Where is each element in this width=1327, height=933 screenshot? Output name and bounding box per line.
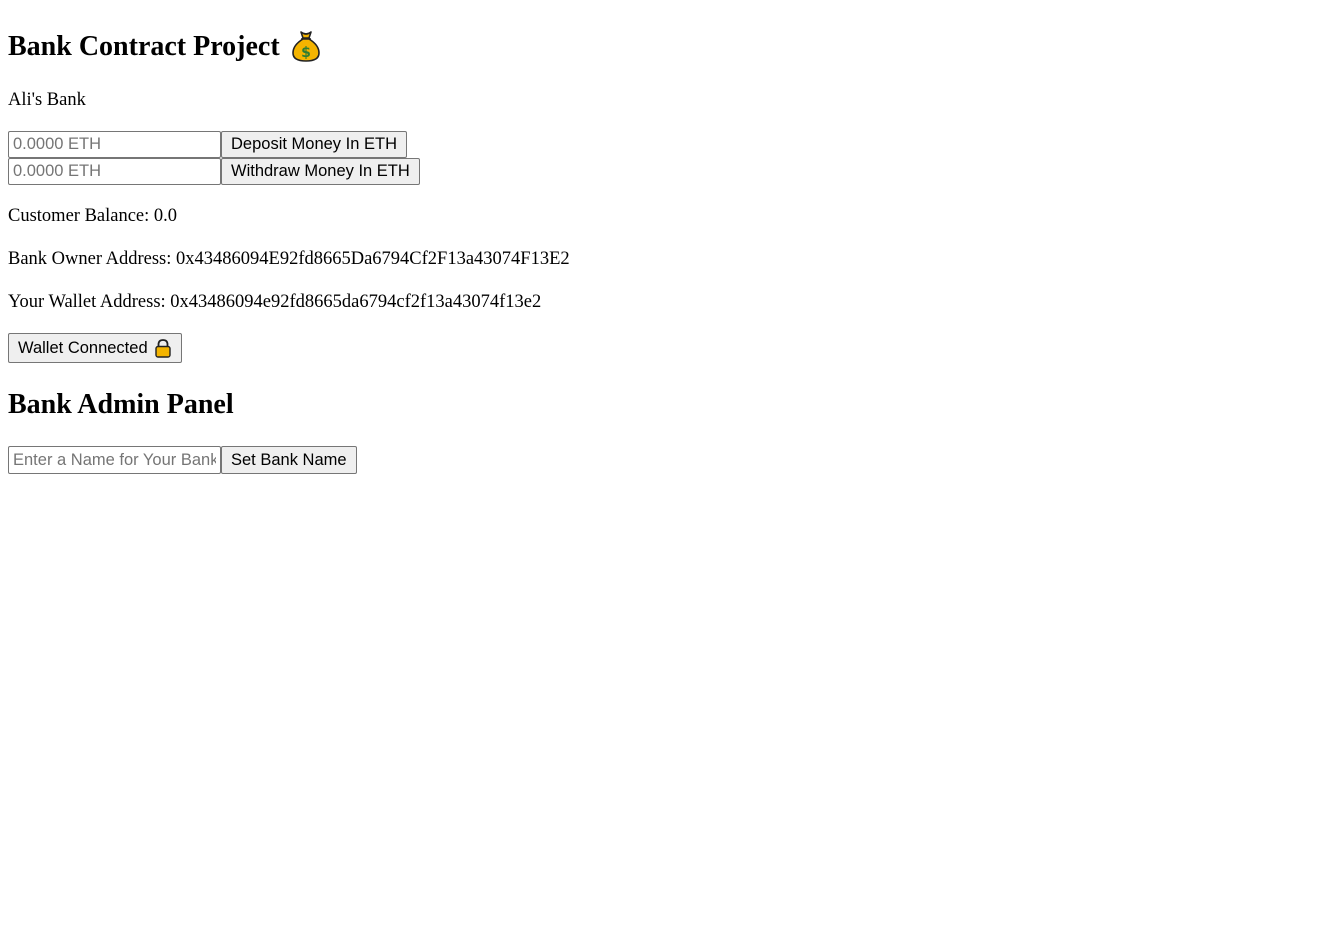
page: Bank Contract Project $ Ali's Bank Depos… — [0, 0, 1327, 474]
admin-set-name-row: Set Bank Name — [8, 446, 1319, 474]
deposit-amount-input[interactable] — [8, 131, 221, 158]
customer-balance: Customer Balance: 0.0 — [8, 206, 178, 226]
wallet-button-container: Wallet Connected — [8, 333, 1319, 363]
lock-icon — [154, 338, 172, 358]
page-title: Bank Contract Project $ — [8, 0, 1319, 64]
svg-text:$: $ — [301, 45, 311, 61]
bank-name-input[interactable] — [8, 446, 221, 474]
bank-name: Ali's Bank — [8, 90, 86, 110]
withdraw-amount-input[interactable] — [8, 158, 221, 185]
deposit-button[interactable]: Deposit Money In ETH — [221, 131, 407, 158]
wallet-address: Your Wallet Address: 0x43486094e92fd8665… — [8, 292, 542, 312]
withdraw-button[interactable]: Withdraw Money In ETH — [221, 158, 420, 185]
deposit-row: Deposit Money In ETH — [8, 131, 1319, 158]
wallet-connected-button[interactable]: Wallet Connected — [8, 333, 182, 363]
money-bag-icon: $ — [290, 29, 322, 63]
set-bank-name-button[interactable]: Set Bank Name — [221, 446, 357, 474]
admin-panel-title: Bank Admin Panel — [8, 389, 234, 420]
wallet-button-label: Wallet Connected — [18, 338, 148, 357]
transaction-form: Deposit Money In ETH Withdraw Money In E… — [8, 131, 1319, 185]
page-title-text: Bank Contract Project — [8, 31, 280, 62]
withdraw-row: Withdraw Money In ETH — [8, 158, 1319, 185]
bank-owner-address: Bank Owner Address: 0x43486094E92fd8665D… — [8, 249, 570, 269]
